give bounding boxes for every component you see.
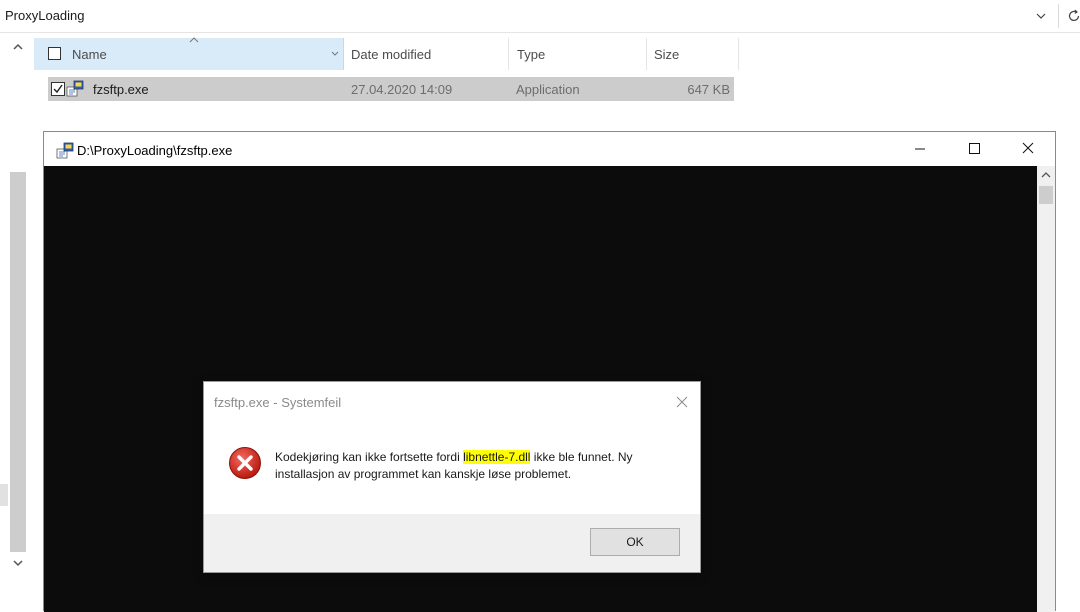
minimize-button[interactable]	[897, 132, 943, 166]
maximize-button[interactable]	[951, 132, 997, 166]
close-button[interactable]	[1005, 132, 1051, 166]
message-text-line2: installasjon av programmet kan kanskje l…	[275, 467, 572, 481]
address-divider	[1058, 4, 1059, 28]
column-header-date-modified[interactable]: Date modified	[344, 38, 509, 70]
chevron-down-icon[interactable]	[1034, 9, 1048, 23]
console-title: D:\ProxyLoading\fzsftp.exe	[77, 143, 233, 158]
refresh-icon[interactable]	[1066, 8, 1080, 24]
application-exe-icon	[66, 80, 84, 97]
file-date-modified: 27.04.2020 14:09	[351, 82, 453, 97]
scroll-down-arrow-icon[interactable]	[8, 556, 28, 570]
ok-button[interactable]: OK	[590, 528, 680, 556]
column-header-size[interactable]: Size	[647, 38, 739, 70]
dialog-title: fzsftp.exe - Systemfeil	[214, 395, 342, 410]
scroll-up-arrow-icon[interactable]	[8, 40, 28, 54]
sort-ascending-icon	[189, 37, 199, 43]
error-icon	[229, 447, 261, 479]
checkmark-icon	[53, 84, 63, 94]
column-header-type[interactable]: Type	[509, 38, 647, 70]
dialog-footer: OK	[204, 514, 700, 572]
select-all-checkbox[interactable]	[48, 47, 61, 60]
address-path[interactable]: ProxyLoading	[5, 8, 85, 23]
column-label-name: Name	[72, 47, 107, 62]
dialog-close-button[interactable]	[670, 390, 694, 414]
file-size: 647 KB	[687, 82, 730, 97]
dialog-message: Kodekjøring kan ikke fortsette fordi lib…	[275, 449, 685, 483]
file-name: fzsftp.exe	[93, 82, 149, 97]
scrollbar-thumb[interactable]	[10, 172, 26, 552]
file-row-checkbox[interactable]	[51, 82, 65, 96]
missing-dll-name: libnettle-7.dll	[463, 450, 531, 464]
address-bar[interactable]: ProxyLoading	[0, 0, 1080, 33]
column-filter-dropdown-icon[interactable]	[330, 49, 340, 59]
console-app-icon	[56, 142, 74, 159]
file-row[interactable]: fzsftp.exe 27.04.2020 14:09 Application …	[48, 77, 734, 101]
console-scrollbar[interactable]	[1037, 166, 1055, 612]
console-scrollbar-thumb[interactable]	[1039, 186, 1053, 204]
column-label-type: Type	[517, 47, 546, 62]
vertical-scrollbar[interactable]	[8, 36, 28, 576]
column-label-size: Size	[654, 47, 680, 62]
navigation-pane-edge	[0, 484, 8, 506]
message-text-after: ikke ble funnet. Ny	[530, 450, 633, 464]
file-type: Application	[516, 82, 580, 97]
column-label-date-modified: Date modified	[351, 47, 432, 62]
message-text-before: Kodekjøring kan ikke fortsette fordi	[275, 450, 464, 464]
column-header-name[interactable]: Name	[34, 37, 344, 70]
scroll-up-arrow-icon[interactable]	[1040, 170, 1052, 180]
system-error-dialog[interactable]: fzsftp.exe - Systemfeil Kodekjøring kan …	[203, 381, 701, 573]
